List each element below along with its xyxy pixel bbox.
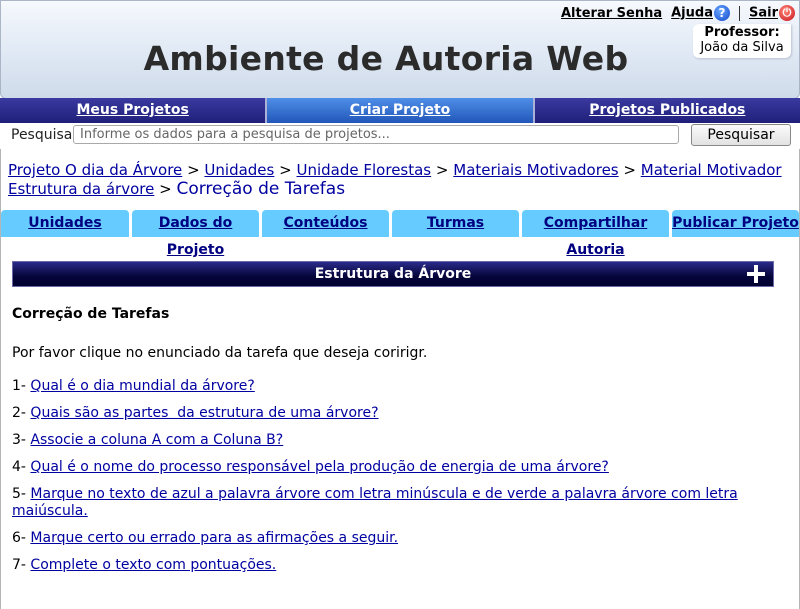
tab-project-data[interactable]: Dados do Projeto — [132, 210, 259, 258]
task-link[interactable]: Marque certo ou errado para as afirmaçõe… — [30, 530, 398, 546]
section-title: Correção de Tarefas — [12, 306, 170, 322]
breadcrumb-project[interactable]: Projeto O dia da Árvore — [8, 161, 182, 179]
header: Alterar Senha Ajuda? Sair ⏻ Professor: Jo… — [0, 0, 800, 99]
list-item: 4- Qual é o nome do processo responsável… — [12, 459, 772, 476]
list-item: 1- Qual é o dia mundial da árvore? — [12, 378, 772, 395]
breadcrumb-unit[interactable]: Unidade Florestas — [297, 161, 432, 179]
nav-create-project[interactable]: Criar Projeto — [267, 98, 535, 123]
list-item: 5- Marque no texto de azul a palavra árv… — [12, 486, 772, 520]
breadcrumb-separator: > — [187, 161, 200, 179]
content-area: Projeto O dia da Árvore > Unidades > Uni… — [0, 149, 800, 609]
list-item: 6- Marque certo ou errado para as afirma… — [12, 530, 772, 547]
logout-link[interactable]: Sair ⏻ — [749, 5, 795, 21]
search-label: Pesquisa — [11, 127, 73, 143]
tab-share-authorship[interactable]: Compartilhar Autoria — [522, 210, 669, 258]
list-item: 3- Associe a coluna A com a Coluna B? — [12, 432, 772, 449]
tab-publish-project[interactable]: Publicar Projeto — [672, 210, 799, 237]
task-link[interactable]: Associe a coluna A com a Coluna B? — [30, 432, 283, 448]
task-number: 4- — [12, 459, 26, 475]
list-item: 7- Complete o texto com pontuações. — [12, 557, 772, 574]
top-links: Alterar Senha Ajuda? Sair ⏻ — [561, 5, 795, 21]
project-tabs: Unidades Dados do Projeto Conteúdos Turm… — [1, 210, 800, 258]
change-password-link[interactable]: Alterar Senha — [561, 6, 662, 21]
divider — [738, 5, 740, 21]
tree-structure-bar[interactable]: Estrutura da Árvore — [12, 261, 774, 287]
help-link[interactable]: Ajuda? — [671, 5, 730, 21]
tree-title: Estrutura da Árvore — [314, 266, 472, 282]
breadcrumb-separator: > — [623, 161, 636, 179]
task-list: 1- Qual é o dia mundial da árvore? 2- Qu… — [12, 378, 772, 584]
task-link[interactable]: Qual é o dia mundial da árvore? — [30, 378, 254, 394]
task-link[interactable]: Qual é o nome do processo responsável pe… — [30, 459, 608, 475]
main-nav: Meus Projetos Criar Projeto Projetos Pub… — [0, 98, 800, 123]
breadcrumb-separator: > — [279, 161, 292, 179]
nav-my-projects[interactable]: Meus Projetos — [0, 98, 268, 123]
breadcrumb-materials[interactable]: Materiais Motivadores — [453, 161, 618, 179]
help-label: Ajuda — [671, 5, 713, 21]
task-number: 2- — [12, 405, 26, 421]
search-bar: Pesquisa Pesquisar — [0, 123, 800, 148]
list-item: 2- Quais são as partes da estrutura de u… — [12, 405, 772, 422]
task-number: 7- — [12, 557, 26, 573]
task-number: 3- — [12, 432, 26, 448]
breadcrumb-current: Correção de Tarefas — [176, 179, 346, 199]
task-link[interactable]: Marque no texto de azul a palavra árvore… — [12, 486, 738, 519]
task-number: 5- — [12, 486, 26, 502]
professor-label: Professor: — [704, 25, 780, 40]
tab-contents[interactable]: Conteúdos — [262, 210, 389, 237]
search-input[interactable] — [73, 125, 679, 144]
task-link[interactable]: Quais são as partes da estrutura de uma … — [30, 405, 378, 421]
search-button[interactable]: Pesquisar — [691, 124, 791, 146]
task-number: 1- — [12, 378, 26, 394]
task-link[interactable]: Complete o texto com pontuações. — [30, 557, 276, 573]
breadcrumb-separator: > — [159, 180, 172, 198]
app-title: Ambiente de Autoria Web — [143, 39, 629, 78]
nav-published-projects[interactable]: Projetos Publicados — [535, 98, 800, 123]
task-number: 6- — [12, 530, 26, 546]
question-icon[interactable]: ? — [713, 5, 730, 21]
tab-classes[interactable]: Turmas — [392, 210, 519, 237]
plus-icon[interactable] — [747, 265, 765, 283]
logout-label: Sair — [748, 5, 778, 21]
breadcrumb-separator: > — [435, 161, 449, 179]
breadcrumb-units[interactable]: Unidades — [204, 161, 274, 179]
instruction-text: Por favor clique no enunciado da tarefa … — [12, 345, 428, 361]
tab-units[interactable]: Unidades — [1, 210, 129, 237]
power-icon[interactable]: ⏻ — [779, 5, 795, 21]
breadcrumb: Projeto O dia da Árvore > Unidades > Uni… — [8, 161, 798, 199]
